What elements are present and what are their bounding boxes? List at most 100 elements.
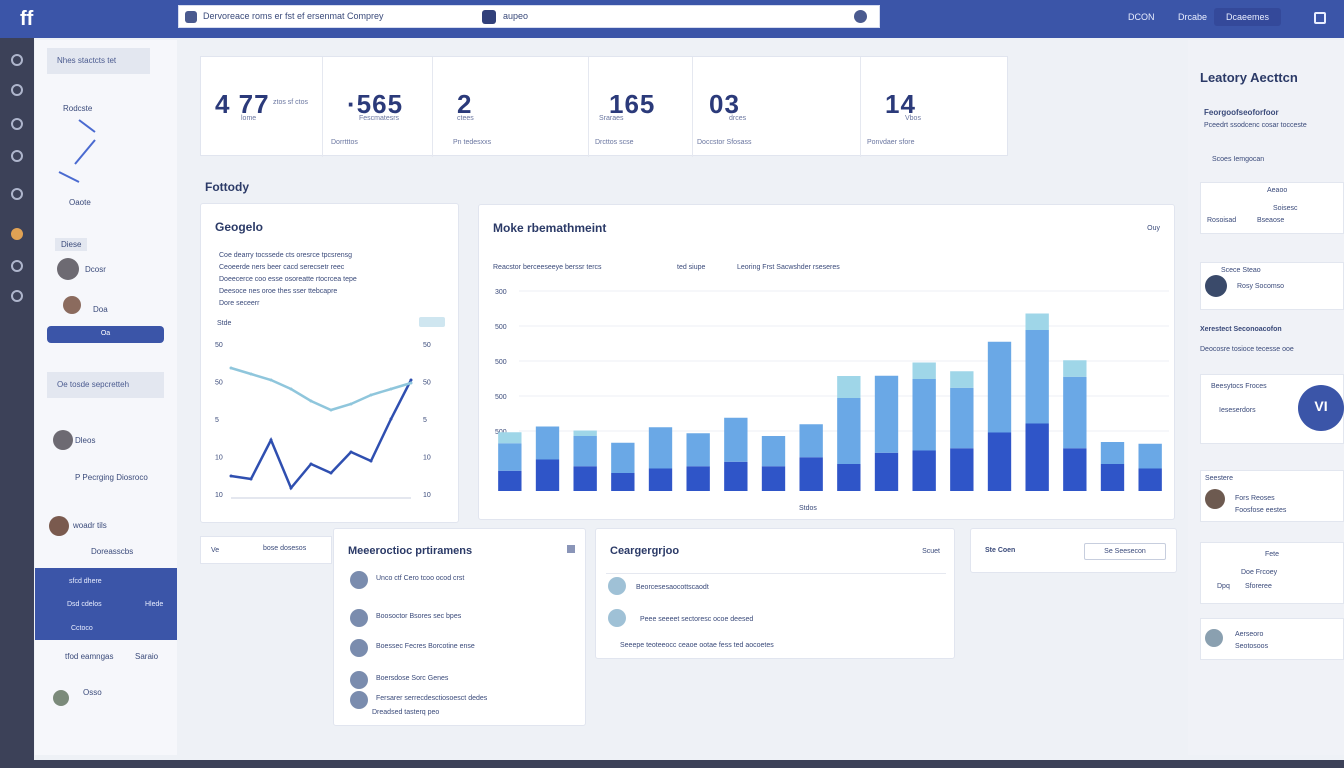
sidebar-item-3[interactable]: Diese bbox=[55, 238, 88, 251]
card-text: Doe Frcoey bbox=[1241, 569, 1278, 576]
sidebar-header[interactable]: Nhes stactcts tet bbox=[47, 48, 150, 74]
stat-label: Fescmatesrs bbox=[359, 115, 400, 122]
category-item[interactable]: Seeepe teoteeocc ceaoe ootae fess ted ao… bbox=[620, 642, 774, 649]
sidebar-item-4[interactable]: Dcosr bbox=[85, 265, 106, 274]
sidebar-section-header[interactable]: Oe tosde sepcretteh bbox=[47, 372, 164, 398]
data-point bbox=[269, 438, 273, 442]
sidebar-item-5[interactable]: Doa bbox=[93, 305, 108, 314]
bar-light bbox=[573, 436, 597, 467]
message-item[interactable]: Boessec Fecres Borcotine ense bbox=[376, 643, 475, 650]
avatar bbox=[350, 609, 368, 627]
search-icon[interactable] bbox=[854, 10, 867, 23]
panel-tag[interactable]: Scoes Iemgocan bbox=[1212, 156, 1264, 163]
category-item[interactable]: Peee seeeet sectoresc ocoe deesed bbox=[640, 616, 753, 623]
search-bar[interactable]: Dervoreace roms er fst ef ersenmat Compr… bbox=[178, 5, 880, 28]
message-item[interactable]: Boosoctor Bsores sec bpes bbox=[376, 613, 461, 620]
sidebar-active-group[interactable]: sfcd dhere Dsd cdelos Hlede Cctoco bbox=[35, 568, 177, 640]
stat-card[interactable]: 165 Sraraes Drcttos scse bbox=[589, 57, 693, 157]
bar-light bbox=[1138, 443, 1162, 469]
sidebar-item-2[interactable]: Oaote bbox=[69, 198, 91, 207]
category-item[interactable]: Beorcesesaocottscaodt bbox=[636, 584, 709, 591]
sidebar-item-9[interactable]: Doreasscbs bbox=[91, 547, 133, 556]
sidebar-item-11[interactable]: Saraio bbox=[135, 652, 158, 661]
activity-card[interactable]: Seestere Fors Reoses Foosfose eestes bbox=[1200, 470, 1344, 522]
bar-dark bbox=[498, 470, 522, 491]
stat-card[interactable]: 4 77 ztos sf ctos lome bbox=[201, 57, 323, 157]
data-point bbox=[409, 381, 413, 385]
card-action[interactable]: Scuet bbox=[922, 548, 940, 555]
bar-dark bbox=[1138, 468, 1162, 491]
search-chip-label[interactable]: aupeo bbox=[503, 11, 528, 21]
active-item-1[interactable]: sfcd dhere bbox=[69, 578, 102, 585]
bar-light bbox=[686, 433, 710, 467]
bar-dark bbox=[648, 468, 673, 491]
sidebar-item-6[interactable]: Dleos bbox=[75, 436, 95, 445]
bar-dark bbox=[573, 466, 597, 491]
bar-dark bbox=[1100, 464, 1125, 491]
bar-dark bbox=[611, 473, 635, 491]
activity-card[interactable]: Fete Doe Frcoey Dpq Sforeree bbox=[1200, 542, 1344, 604]
link-icon[interactable] bbox=[11, 118, 23, 130]
sidebar-item-8[interactable]: woadr tils bbox=[73, 521, 107, 530]
active-item-3[interactable]: Hlede bbox=[145, 601, 163, 608]
activity-card[interactable]: Aerseoro Seotosoos bbox=[1200, 618, 1344, 660]
card-text: Soisesc bbox=[1273, 205, 1298, 212]
nav-item-2[interactable]: Drcabe bbox=[1178, 12, 1207, 22]
bar-light bbox=[724, 417, 748, 462]
bar-light bbox=[874, 375, 899, 453]
data-point bbox=[349, 450, 353, 454]
settings-icon[interactable] bbox=[11, 188, 23, 200]
compass-icon[interactable] bbox=[11, 150, 23, 162]
activity-card[interactable]: Scece Steao Rosy Socomso bbox=[1200, 262, 1344, 310]
app-icon bbox=[185, 11, 197, 23]
activity-card[interactable]: Aeaoo Soisesc Rosoisad Bseaose bbox=[1200, 182, 1344, 234]
y-tick-label: 500 bbox=[495, 359, 507, 366]
line-chart: 50 50 50 50 5 5 10 10 10 10 bbox=[215, 342, 431, 499]
message-item[interactable]: Fersarer serrecdesctiosoesct dedes bbox=[376, 695, 487, 702]
search-input[interactable]: Dervoreace roms er fst ef ersenmat Compr… bbox=[203, 11, 384, 21]
avatar bbox=[350, 691, 368, 709]
globe-icon[interactable] bbox=[11, 84, 23, 96]
y-tick-label: 500 bbox=[495, 394, 507, 401]
divider bbox=[606, 573, 946, 574]
message-item[interactable]: Unco ctf Cero tcoo ocod crst bbox=[376, 575, 464, 582]
stat-card[interactable]: 2 ctees Pn tedesxxs bbox=[433, 57, 589, 157]
user-icon[interactable] bbox=[11, 260, 23, 272]
data-point bbox=[269, 378, 273, 382]
help-icon[interactable] bbox=[11, 290, 23, 302]
stat-card[interactable]: 03 drces Doccstor Sfosass bbox=[693, 57, 861, 157]
stat-sub: Doccstor Sfosass bbox=[697, 139, 752, 146]
expand-icon[interactable] bbox=[1314, 12, 1326, 24]
expand-icon[interactable] bbox=[567, 545, 575, 553]
nav-item-1[interactable]: DCON bbox=[1128, 12, 1155, 22]
message-item[interactable]: Boersdose Sorc Genes bbox=[376, 675, 448, 682]
sidebar-button[interactable]: Oa bbox=[47, 326, 164, 343]
active-item-2[interactable]: Dsd cdelos bbox=[67, 601, 102, 608]
app-logo[interactable]: ff bbox=[20, 8, 50, 32]
nav-item-3[interactable]: Dcaeemes bbox=[1214, 8, 1282, 26]
action-button[interactable]: VI bbox=[1298, 385, 1344, 431]
bar-dark bbox=[724, 461, 748, 491]
sidebar-item-12[interactable]: Osso bbox=[83, 688, 102, 697]
mini-button[interactable]: Se Seesecon bbox=[1084, 543, 1166, 560]
menu-icon[interactable] bbox=[11, 54, 23, 66]
bar-pale bbox=[498, 432, 522, 444]
notification-icon[interactable] bbox=[11, 228, 23, 240]
bar-light bbox=[761, 436, 786, 467]
data-point bbox=[389, 417, 393, 421]
series-line bbox=[230, 366, 412, 412]
card-text: Rosoisad bbox=[1207, 217, 1237, 224]
active-item-4[interactable]: Cctoco bbox=[71, 625, 93, 632]
stat-card[interactable]: 14 Vbos Ponvdaer sfore bbox=[861, 57, 1009, 157]
avatar bbox=[1205, 629, 1223, 647]
bar-chart-card: Moke rbemathmeint Ouy Reacstor berceesee… bbox=[478, 204, 1175, 520]
sidebar-item-1[interactable]: Rodcste bbox=[63, 104, 92, 113]
avatar bbox=[53, 690, 69, 706]
y-tick-label: 10 bbox=[215, 492, 223, 499]
stat-label: Sraraes bbox=[599, 115, 624, 122]
sidebar-item-10[interactable]: tfod eamngas bbox=[65, 652, 113, 661]
stat-card[interactable]: ·565 Fescmatesrs Dorrtttos bbox=[323, 57, 433, 157]
avatar bbox=[57, 258, 79, 280]
sidebar-item-7[interactable]: P Pecrging Diosroco bbox=[75, 473, 148, 482]
avatar bbox=[608, 609, 626, 627]
